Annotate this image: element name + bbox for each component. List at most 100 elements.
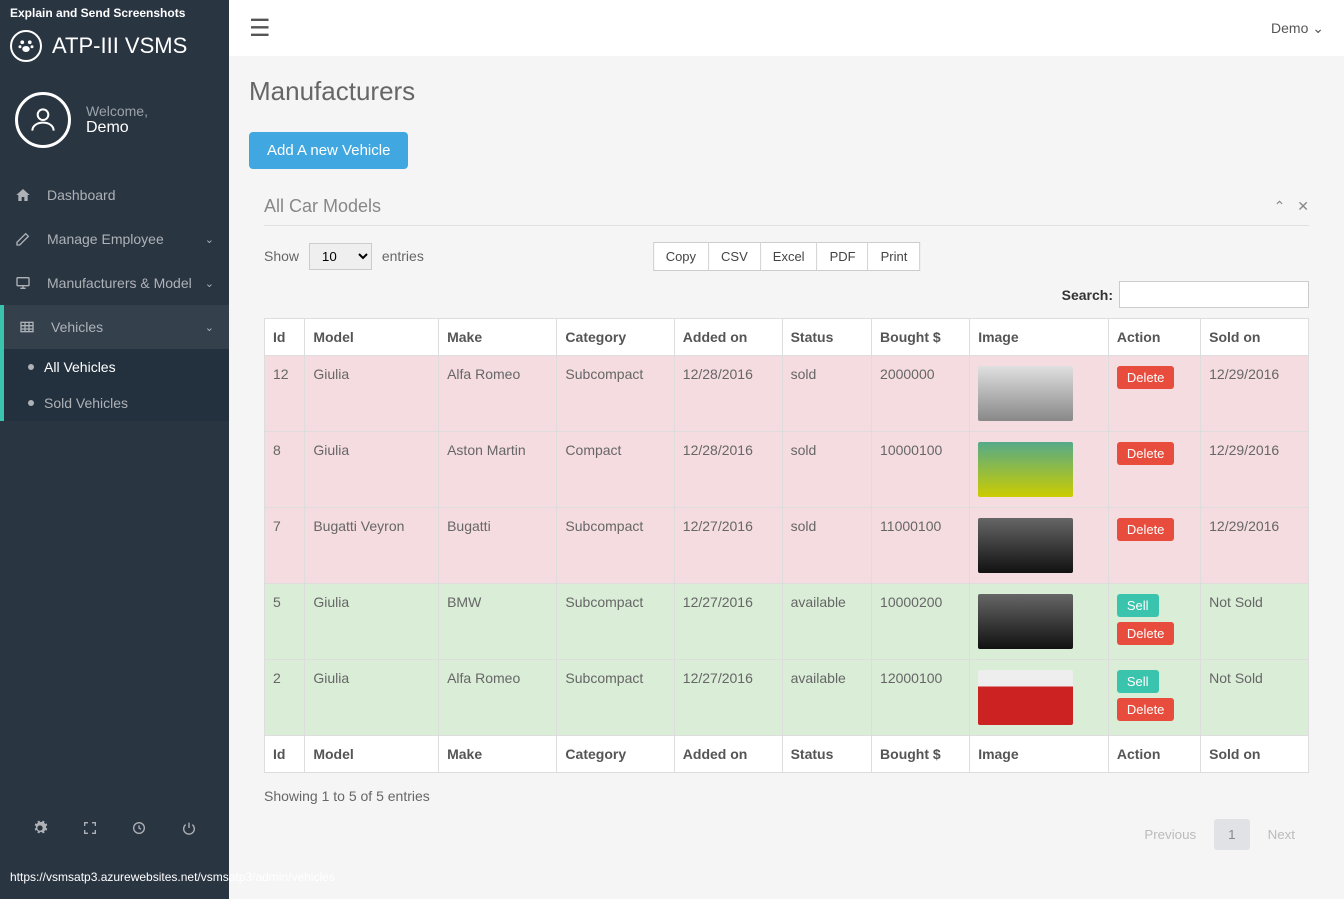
entries-select[interactable]: 10 [309, 243, 372, 270]
cell-id: 2 [265, 660, 305, 736]
fcol-status: Status [782, 736, 871, 773]
cell-status: available [782, 660, 871, 736]
cell-model: Giulia [305, 584, 439, 660]
subnav-vehicles: All Vehicles Sold Vehicles [0, 349, 229, 421]
col-image[interactable]: Image [970, 319, 1109, 356]
cell-model: Giulia [305, 356, 439, 432]
add-vehicle-button[interactable]: Add A new Vehicle [249, 132, 408, 169]
fcol-bought: Bought $ [872, 736, 970, 773]
sell-button[interactable]: Sell [1117, 594, 1159, 617]
logo-row: ATP-III VSMS [0, 26, 229, 72]
cell-make: BMW [439, 584, 557, 660]
col-sold-on[interactable]: Sold on [1201, 319, 1309, 356]
nav-dashboard[interactable]: Dashboard [0, 173, 229, 217]
app-name: ATP-III VSMS [52, 33, 187, 59]
cell-make: Aston Martin [439, 432, 557, 508]
main: ☰ Demo ⌄ Manufacturers Add A new Vehicle… [229, 0, 1344, 899]
menu-toggle-icon[interactable]: ☰ [249, 14, 271, 43]
cell-action: Delete [1108, 356, 1200, 432]
cell-id: 7 [265, 508, 305, 584]
cell-model: Giulia [305, 432, 439, 508]
col-action[interactable]: Action [1108, 319, 1200, 356]
cell-status: available [782, 584, 871, 660]
col-status[interactable]: Status [782, 319, 871, 356]
fcol-image: Image [970, 736, 1109, 773]
panel-title: All Car Models [264, 196, 381, 217]
chevron-down-icon: ⌄ [205, 233, 214, 246]
col-id[interactable]: Id [265, 319, 305, 356]
delete-button[interactable]: Delete [1117, 442, 1175, 465]
lock-icon[interactable] [131, 820, 147, 839]
fcol-make: Make [439, 736, 557, 773]
cell-category: Subcompact [557, 584, 674, 660]
cell-sold-on: 12/29/2016 [1201, 356, 1309, 432]
subnav-all-vehicles[interactable]: All Vehicles [4, 349, 229, 385]
cell-action: Delete [1108, 432, 1200, 508]
col-category[interactable]: Category [557, 319, 674, 356]
table-row: 5 Giulia BMW Subcompact 12/27/2016 avail… [265, 584, 1309, 660]
user-menu[interactable]: Demo ⌄ [1271, 20, 1324, 37]
col-bought[interactable]: Bought $ [872, 319, 970, 356]
paw-icon [10, 30, 42, 62]
chevron-down-icon: ⌄ [205, 321, 214, 334]
cell-image [970, 432, 1109, 508]
table-header-row: Id Model Make Category Added on Status B… [265, 319, 1309, 356]
sell-button[interactable]: Sell [1117, 670, 1159, 693]
nav-manufacturers-label: Manufacturers & Model [47, 275, 192, 291]
vehicle-thumbnail [978, 366, 1073, 421]
export-csv-button[interactable]: CSV [709, 242, 761, 271]
cell-added-on: 12/27/2016 [674, 660, 782, 736]
cell-bought: 12000100 [872, 660, 970, 736]
vehicle-thumbnail [978, 594, 1073, 649]
export-copy-button[interactable]: Copy [653, 242, 709, 271]
nav-manage-employee-label: Manage Employee [47, 231, 164, 247]
page-content: Manufacturers Add A new Vehicle All Car … [229, 56, 1344, 895]
cell-status: sold [782, 432, 871, 508]
previous-button[interactable]: Previous [1130, 819, 1210, 850]
export-print-button[interactable]: Print [869, 242, 921, 271]
power-icon[interactable] [181, 820, 197, 839]
nav-manufacturers-model[interactable]: Manufacturers & Model ⌄ [0, 261, 229, 305]
cell-added-on: 12/27/2016 [674, 584, 782, 660]
col-added-on[interactable]: Added on [674, 319, 782, 356]
delete-button[interactable]: Delete [1117, 518, 1175, 541]
monitor-icon [15, 275, 35, 291]
collapse-icon[interactable]: ⌃ [1274, 198, 1286, 214]
gear-icon[interactable] [32, 820, 48, 839]
cell-added-on: 12/28/2016 [674, 432, 782, 508]
cell-sold-on: 12/29/2016 [1201, 432, 1309, 508]
col-model[interactable]: Model [305, 319, 439, 356]
nav-vehicles[interactable]: Vehicles ⌄ [0, 305, 229, 349]
vehicle-thumbnail [978, 670, 1073, 725]
edit-icon [15, 231, 35, 247]
user-block: Welcome, Demo [0, 72, 229, 173]
col-make[interactable]: Make [439, 319, 557, 356]
delete-button[interactable]: Delete [1117, 698, 1175, 721]
table-row: 7 Bugatti Veyron Bugatti Subcompact 12/2… [265, 508, 1309, 584]
search-input[interactable] [1119, 281, 1309, 308]
fcol-added-on: Added on [674, 736, 782, 773]
delete-button[interactable]: Delete [1117, 622, 1175, 645]
subnav-sold-vehicles[interactable]: Sold Vehicles [4, 385, 229, 421]
cell-bought: 10000200 [872, 584, 970, 660]
page-1-button[interactable]: 1 [1214, 819, 1249, 850]
cell-bought: 2000000 [872, 356, 970, 432]
close-icon[interactable]: ✕ [1297, 198, 1309, 214]
chevron-down-icon: ⌄ [205, 277, 214, 290]
entries-label: entries [382, 248, 424, 264]
export-pdf-button[interactable]: PDF [818, 242, 869, 271]
delete-button[interactable]: Delete [1117, 366, 1175, 389]
avatar-icon [15, 92, 71, 148]
expand-icon[interactable] [82, 820, 98, 839]
nav-manage-employee[interactable]: Manage Employee ⌄ [0, 217, 229, 261]
fcol-action: Action [1108, 736, 1200, 773]
cell-sold-on: 12/29/2016 [1201, 508, 1309, 584]
status-url: https://vsmsatp3.azurewebsites.net/vsmsa… [10, 870, 335, 884]
page-title: Manufacturers [249, 76, 1324, 107]
cell-id: 12 [265, 356, 305, 432]
cell-added-on: 12/27/2016 [674, 508, 782, 584]
next-button[interactable]: Next [1254, 819, 1309, 850]
chevron-down-icon: ⌄ [1312, 20, 1324, 36]
export-excel-button[interactable]: Excel [761, 242, 818, 271]
cell-make: Alfa Romeo [439, 660, 557, 736]
